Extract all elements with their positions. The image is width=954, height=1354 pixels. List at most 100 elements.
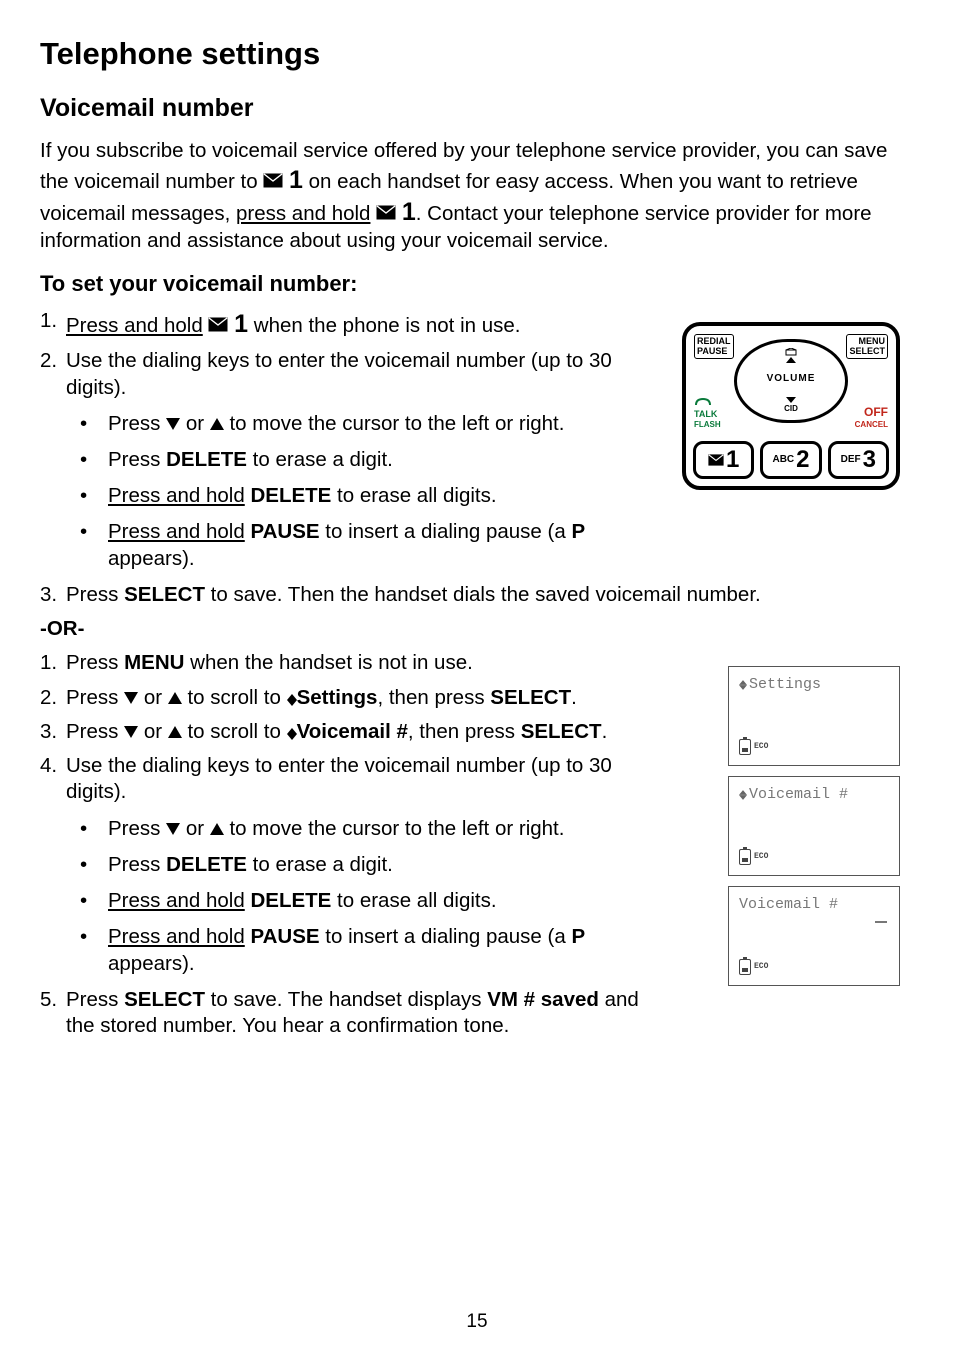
- pause-text: PAUSE: [697, 346, 731, 356]
- bullet-item: Press or to move the cursor to the left …: [66, 816, 646, 842]
- down-arrow-icon: [786, 397, 796, 403]
- press-and-hold: press and hold: [236, 202, 370, 225]
- eco-text: ECO: [754, 852, 768, 862]
- step-text: Use the dialing keys to enter the voicem…: [66, 349, 612, 398]
- or-divider: -OR-: [40, 616, 914, 642]
- eco-text: ECO: [754, 742, 768, 752]
- lcd-text: Voicemail #: [739, 896, 838, 913]
- pause-key: PAUSE: [250, 925, 319, 948]
- p-char: P: [571, 925, 585, 948]
- talk-flash-label: TALK FLASH: [694, 397, 721, 429]
- key-3: DEF 3: [828, 441, 889, 479]
- list-item: 2. Press or to scroll to Settings, then …: [40, 685, 700, 711]
- list-item: 3. Press or to scroll to Voicemail #, th…: [40, 719, 700, 745]
- bullet-text: to move the cursor to the left or right.: [229, 412, 564, 435]
- select-text: SELECT: [849, 346, 885, 356]
- bullet-text: or: [186, 817, 210, 840]
- up-arrow-icon: [210, 823, 224, 835]
- lcd-voicemail-menu: Voicemail # ECO: [728, 776, 900, 876]
- lcd-line: Voicemail #: [739, 895, 889, 914]
- off-text: OFF: [855, 406, 888, 420]
- menu-select-label: MENU SELECT: [846, 334, 888, 359]
- step-text: .: [571, 686, 577, 709]
- bullet-text: to insert a dialing pause (a: [320, 520, 572, 543]
- settings-label: Settings: [297, 686, 378, 709]
- keypad-frame: REDIAL PAUSE MENU SELECT TALK FLASH OFF …: [682, 322, 900, 490]
- battery-icon: [739, 959, 751, 975]
- down-arrow-icon: [124, 726, 138, 738]
- eco-indicator: ECO: [739, 739, 768, 755]
- volume-text: VOLUME: [767, 373, 816, 386]
- up-arrow-icon: [168, 726, 182, 738]
- menu-key: MENU: [124, 651, 184, 674]
- bullet-item: Press and hold PAUSE to insert a dialing…: [66, 924, 646, 976]
- step-text: to scroll to: [187, 720, 286, 743]
- lcd-line: Settings: [739, 675, 889, 694]
- envelope-icon: [263, 173, 283, 188]
- step-text: when the handset is not in use.: [184, 651, 472, 674]
- keypad-row: 1 ABC 2 DEF 3: [691, 441, 891, 481]
- list-item: 1. Press MENU when the handset is not in…: [40, 650, 650, 676]
- key-digit: 3: [863, 445, 876, 476]
- updown-icon: [739, 790, 749, 800]
- list-item: 4. Use the dialing keys to enter the voi…: [40, 753, 650, 977]
- list-item: 5. Press SELECT to save. The handset dis…: [40, 987, 650, 1039]
- lcd-voicemail-entry: Voicemail # ECO: [728, 886, 900, 986]
- nav-cluster: REDIAL PAUSE MENU SELECT TALK FLASH OFF …: [691, 331, 891, 431]
- lcd-text: Voicemail #: [749, 786, 848, 803]
- step-number: 3.: [40, 719, 57, 745]
- select-key: SELECT: [124, 988, 205, 1011]
- step-text: to scroll to: [187, 686, 286, 709]
- set-heading: To set your voicemail number:: [40, 270, 914, 298]
- down-arrow-icon: [124, 692, 138, 704]
- step-text: , then press: [377, 686, 490, 709]
- battery-icon: [739, 849, 751, 865]
- page-title: Telephone settings: [40, 34, 914, 74]
- bullet-text: Press: [108, 412, 166, 435]
- updown-icon: [739, 680, 749, 690]
- delete-key: DELETE: [250, 484, 331, 507]
- press-and-hold: Press and hold: [66, 314, 203, 337]
- step-text: to save. The handset displays: [205, 988, 487, 1011]
- lcd-text: Settings: [749, 676, 821, 693]
- key-1: 1: [234, 310, 248, 338]
- bullet-text: to move the cursor to the left or right.: [229, 817, 564, 840]
- off-cancel-label: OFF CANCEL: [855, 406, 888, 429]
- step-text: or: [144, 720, 168, 743]
- step-number: 5.: [40, 987, 57, 1013]
- bullet-text: or: [186, 412, 210, 435]
- envelope-icon: [708, 454, 724, 466]
- pause-key: PAUSE: [250, 520, 319, 543]
- press-and-hold: Press and hold: [108, 484, 245, 507]
- eco-text: ECO: [754, 962, 768, 972]
- step-number: 1.: [40, 650, 57, 676]
- bullet-item: Press and hold DELETE to erase all digit…: [66, 888, 646, 914]
- key-1: 1: [402, 198, 416, 226]
- step-text: Press: [66, 720, 124, 743]
- list-item: 3. Press SELECT to save. Then the handse…: [40, 582, 850, 608]
- updown-icon: [287, 728, 297, 740]
- cancel-text: CANCEL: [855, 420, 888, 429]
- key-digit: 2: [796, 445, 809, 476]
- step-text: or: [144, 686, 168, 709]
- step-text: when the phone is not in use.: [254, 314, 521, 337]
- select-key: SELECT: [124, 583, 205, 606]
- select-key: SELECT: [490, 686, 571, 709]
- bullet-item: Press or to move the cursor to the left …: [66, 411, 646, 437]
- step-number: 4.: [40, 753, 57, 779]
- bullet-text: Press: [108, 448, 166, 471]
- down-arrow-icon: [166, 418, 180, 430]
- section-title: Voicemail number: [40, 92, 914, 124]
- intro-paragraph: If you subscribe to voicemail service of…: [40, 138, 900, 254]
- step-text: , then press: [408, 720, 521, 743]
- envelope-open-icon: [785, 348, 797, 356]
- press-and-hold: Press and hold: [108, 889, 245, 912]
- bullet-item: Press DELETE to erase a digit.: [66, 447, 646, 473]
- flash-text: FLASH: [694, 420, 721, 429]
- select-key: SELECT: [521, 720, 602, 743]
- cid-text: CID: [784, 404, 798, 414]
- step-text: Press: [66, 686, 124, 709]
- bullet-text: appears).: [108, 547, 195, 570]
- redial-text: REDIAL: [697, 336, 731, 346]
- battery-icon: [739, 739, 751, 755]
